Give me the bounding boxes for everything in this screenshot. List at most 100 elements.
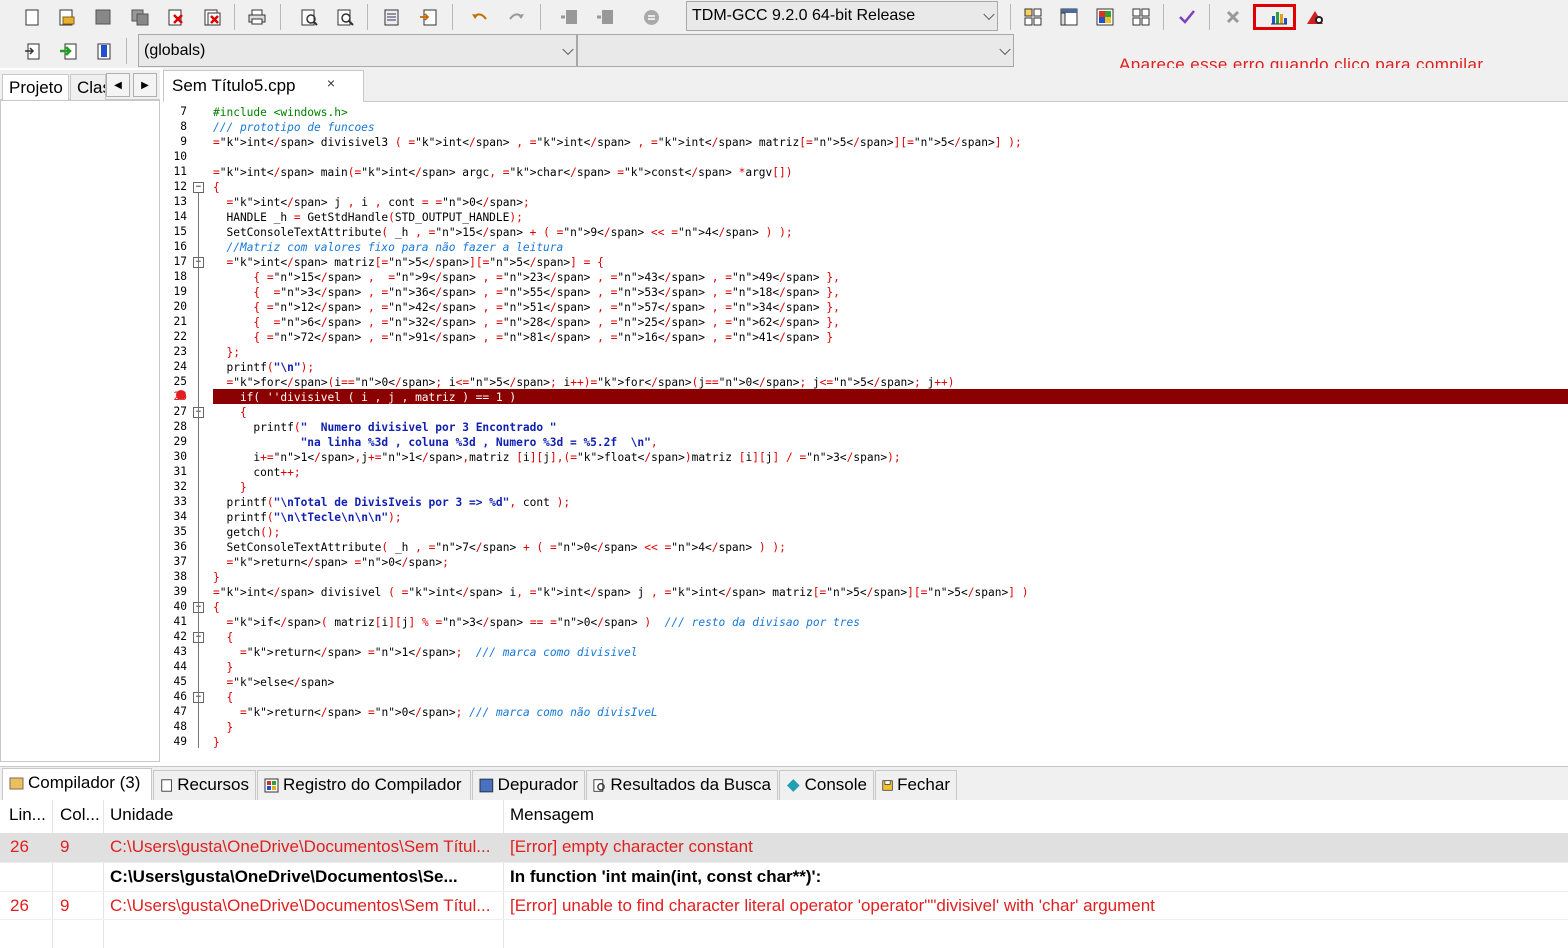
line-number: 38 [173,570,187,583]
toggle-breakpoint-button[interactable] [57,40,79,62]
new-project-button[interactable] [1022,6,1044,28]
goto-bookmark-button[interactable] [93,40,115,62]
replace-icon [337,9,354,26]
class-browser-button[interactable] [1130,6,1152,28]
tab-debugger[interactable]: Depurador [472,770,585,801]
project-options-button[interactable] [1058,6,1080,28]
code-line: cont++; [213,466,301,479]
tab-compile-log[interactable]: Registro do Compilador [257,770,471,801]
x-icon [1226,10,1240,24]
open-file-button[interactable] [56,6,78,28]
code-line: ="k">for</span>(i=="n">0</span>; i<="n">… [226,376,955,389]
tab-search-results-label: Resultados da Busca [610,775,771,794]
code-line: ="k">if</span>( matriz[i][j] % ="n">3</s… [226,616,860,629]
bookmark-icon [420,9,437,25]
column-header-message[interactable]: Mensagem [510,805,594,825]
open-file-icon [59,9,75,25]
project-tree[interactable] [0,100,160,762]
insert-button[interactable] [21,40,43,62]
line-number: 18 [173,270,187,283]
column-header-col[interactable]: Col... [60,805,100,825]
column-header-line[interactable]: Lin... [9,805,46,825]
new-file-button[interactable] [21,6,43,28]
line-number: 47 [173,705,187,718]
code-editor[interactable]: 7 8 9 10 11 12 13 14 15 16 17 18 19 20 21 22 23 24 25 26 27 2… [165,102,1568,760]
profile-button[interactable] [1304,6,1326,28]
fold-toggle-icon[interactable]: − [193,182,204,193]
line-number: 24 [173,360,187,373]
close-file-button[interactable] [165,6,187,28]
tab-classes[interactable]: Clas [70,74,106,100]
tab-console[interactable]: Console [779,770,874,801]
checkmark-icon [1179,10,1195,24]
line-number: 7 [180,105,187,118]
tab-console-label: Console [804,775,867,794]
code-line: ="k">int</span> divisivel3 ( ="k">int</s… [213,136,1022,149]
tab-debugger-label: Depurador [497,775,578,794]
print-button[interactable] [246,6,268,28]
highlight-box [1253,4,1296,30]
tab-resources[interactable]: Recursos [153,770,256,801]
tab-close-label: Fechar [897,775,950,794]
chevron-down-icon [562,43,574,55]
table-row[interactable]: 26 9 C:\Users\gusta\OneDrive\Documentos\… [0,833,1568,862]
line-number: 33 [173,495,187,508]
code-line: } [226,661,234,674]
code-line: HANDLE _h = GetStdHandle(STD_OUTPUT_HAND… [213,211,523,224]
toggle-comment-button[interactable] [640,6,662,28]
tab-scroll-right-button[interactable]: ▶ [133,73,157,97]
undo-button[interactable] [469,6,491,28]
save-button[interactable] [92,6,114,28]
save-all-icon [131,9,149,25]
indent-button[interactable] [594,6,616,28]
code-line: printf("\n"); [213,361,315,374]
stop-button[interactable] [1222,6,1244,28]
tab-project[interactable]: Projeto [2,74,69,100]
search-results-icon [593,779,605,792]
tab-sem-titulo5[interactable]: Sem Título5.cpp × [163,70,364,102]
compile-options-button[interactable] [1094,6,1116,28]
close-file-icon [168,9,183,25]
tab-title: Sem Título5.cpp [172,76,296,95]
unindent-button[interactable] [558,6,580,28]
line-number: 27 [173,405,187,418]
tab-scroll-left-button[interactable]: ◀ [106,73,130,97]
scope-select[interactable]: (globals) [138,34,577,67]
line-number: 19 [173,285,187,298]
code-line: { ="n">6</span> , ="n">32</span> , ="n">… [253,316,840,329]
new-file-icon [25,9,39,25]
console-icon [786,779,800,792]
find-button[interactable] [298,6,320,28]
fold-line [198,613,199,748]
bottom-panel-tabs: Compilador (3) Recursos Registro do Comp… [0,766,1568,801]
code-line: { [239,406,247,419]
row-unit: C:\Users\gusta\OneDrive\Documentos\Se... [110,867,458,886]
close-all-button[interactable] [201,6,223,28]
find-icon [301,9,318,26]
column-header-unit[interactable]: Unidade [110,805,173,825]
code-line: } [213,571,220,584]
function-select[interactable] [577,34,1014,67]
chevron-left-icon: ◀ [114,79,122,91]
fold-line [198,193,199,673]
table-row[interactable]: 26 9 C:\Users\gusta\OneDrive\Documentos\… [0,891,1568,920]
close-icon[interactable]: × [327,75,335,91]
compiler-select[interactable]: TDM-GCC 9.2.0 64-bit Release [686,1,998,31]
toggle-bookmark-button[interactable] [417,6,439,28]
line-number: 22 [173,330,187,343]
line-number: 14 [173,210,187,223]
goto-line-icon [384,9,399,25]
redo-button[interactable] [505,6,527,28]
profile-icon [1307,10,1323,24]
row-col: 9 [60,837,70,856]
table-row[interactable]: C:\Users\gusta\OneDrive\Documentos\Se...… [0,862,1568,891]
tab-compiler[interactable]: Compilador (3) [2,768,152,801]
replace-button[interactable] [334,6,356,28]
goto-line-button[interactable] [381,6,403,28]
line-number: 8 [180,120,187,133]
tab-close[interactable]: Fechar [875,770,957,801]
save-all-button[interactable] [129,6,151,28]
tab-search-results[interactable]: Resultados da Busca [586,770,778,801]
check-syntax-button[interactable] [1176,6,1198,28]
line-number: 36 [173,540,187,553]
